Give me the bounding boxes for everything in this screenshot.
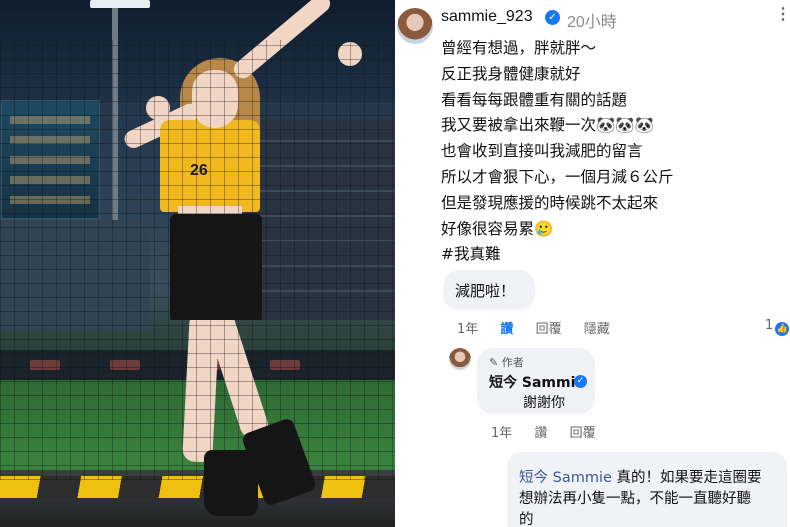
comment-time[interactable]: 1年 [457,318,478,337]
stadium-light [90,0,150,8]
reply-button[interactable]: 回覆 [570,422,596,441]
social-post: sammie_923 ✓ 20小時 ⋮ 曾經有想過，胖就胖～ 反正我身體健康就好… [395,0,790,527]
comment-text-part: 的 [519,512,534,527]
reply-button[interactable]: 回覆 [536,318,562,337]
comment-like-count[interactable]: 1 👍 [765,318,790,336]
verified-badge-icon: ✓ [574,375,587,388]
reply-time[interactable]: 1年 [491,422,512,441]
like-button[interactable]: 讚 [500,318,513,337]
caption-line: 曾經有想過，胖就胖～ [441,39,597,57]
comment-actions: 1年 讚 回覆 隱藏 [457,318,628,337]
comment-bubble: 減肥啦！ [443,270,535,310]
comment-text-part: 想辦法再小隻一點，不能一直聽好聽 [519,491,751,507]
author-tag: ✎ 作者 [489,356,524,369]
reply-text: 謝謝你 [523,395,565,411]
comment-text: 短今 Sammie 真的！如果要走這圈要 想辦法再小隻一點，不能一直聽好聽 的 [519,468,779,527]
caption-line: 反正我身體健康就好 [441,64,581,83]
like-button[interactable]: 讚 [534,422,547,441]
verified-badge-icon: ✓ [545,10,560,25]
post-caption: 曾經有想過，胖就胖～ 反正我身體健康就好 看看每每跟體重有關的話題 我又要被拿出… [441,36,786,268]
caption-line: 也會收到直接叫我減肥的留言 [441,142,643,161]
post-username[interactable]: sammie_923 [441,8,533,26]
comment-text: 減肥啦！ [455,282,516,300]
like-count: 1 [765,318,774,333]
avatar[interactable] [397,8,433,44]
reply-avatar[interactable] [449,348,471,370]
reply-actions: 1年 讚 回覆 [491,422,614,441]
comment-bubble: 短今 Sammie 真的！如果要走這圈要 想辦法再小隻一點，不能一直聽好聽 的 [507,452,787,527]
caption-hashtag[interactable]: #我真難 [441,242,786,268]
post-timestamp[interactable]: 20小時 [567,8,617,32]
caption-line: 我又要被拿出來鞭一次🐼🐼🐼 [441,116,654,135]
backstop-net [0,40,395,480]
reply-author-name[interactable]: 短今 Sammie [489,372,585,392]
caption-line: 所以才會狠下心，一個月減６公斤 [441,167,674,186]
cheerleader-photo[interactable]: 26 [0,0,395,527]
caption-line: 好像很容易累🥲 [441,219,554,238]
mention-link[interactable]: 短今 Sammie [519,470,612,486]
comment-text-part: 真的！如果要走這圈要 [611,470,762,486]
hide-button[interactable]: 隱藏 [584,318,610,337]
thumbs-up-icon: 👍 [775,322,790,336]
caption-line: 看看每每跟體重有關的話題 [441,90,628,109]
more-options-icon[interactable]: ⋮ [775,4,790,26]
caption-line: 但是發現應援的時候跳不太起來 [441,193,659,212]
author-reply-bubble: ✎ 作者 短今 Sammie ✓ 謝謝你 [477,348,595,414]
